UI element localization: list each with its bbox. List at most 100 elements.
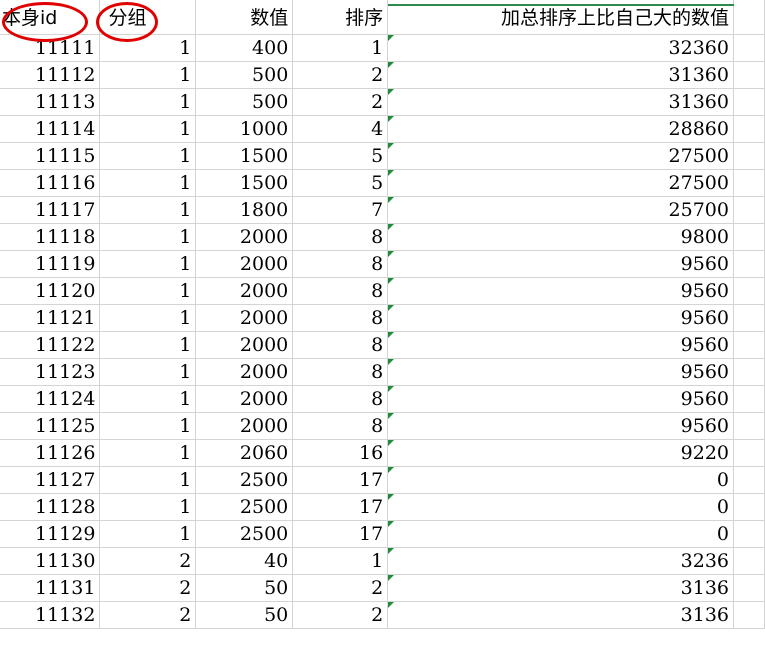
sum-cell[interactable]: 0 bbox=[387, 493, 734, 521]
value-cell[interactable]: 500 bbox=[195, 61, 294, 89]
group-cell[interactable]: 1 bbox=[99, 331, 197, 359]
value-cell[interactable]: 2000 bbox=[195, 250, 294, 278]
group-cell[interactable]: 1 bbox=[99, 358, 197, 386]
group-cell[interactable]: 1 bbox=[99, 385, 197, 413]
value-cell[interactable]: 1000 bbox=[195, 115, 294, 143]
sum-cell[interactable]: 31360 bbox=[387, 88, 734, 116]
sum-cell[interactable]: 9560 bbox=[387, 277, 734, 305]
id-cell[interactable]: 11128 bbox=[0, 493, 101, 521]
empty-cell[interactable] bbox=[733, 439, 765, 467]
rank-cell[interactable]: 8 bbox=[292, 331, 389, 359]
id-cell[interactable]: 11125 bbox=[0, 412, 101, 440]
sum-cell[interactable]: 9560 bbox=[387, 250, 734, 278]
group-cell[interactable]: 1 bbox=[99, 223, 197, 251]
rank-cell[interactable]: 1 bbox=[292, 34, 389, 62]
id-cell[interactable]: 11126 bbox=[0, 439, 101, 467]
group-cell[interactable]: 1 bbox=[99, 277, 197, 305]
empty-cell[interactable] bbox=[733, 115, 765, 143]
value-cell[interactable]: 2000 bbox=[195, 385, 294, 413]
sum-cell[interactable]: 31360 bbox=[387, 61, 734, 89]
empty-cell[interactable] bbox=[733, 574, 765, 602]
empty-cell[interactable] bbox=[733, 520, 765, 548]
group-cell[interactable]: 1 bbox=[99, 34, 197, 62]
empty-cell[interactable] bbox=[733, 277, 765, 305]
rank-cell[interactable]: 8 bbox=[292, 277, 389, 305]
value-cell[interactable]: 50 bbox=[195, 601, 294, 629]
empty-cell[interactable] bbox=[733, 196, 765, 224]
rank-cell[interactable]: 8 bbox=[292, 223, 389, 251]
empty-cell[interactable] bbox=[733, 547, 765, 575]
rank-cell[interactable]: 17 bbox=[292, 466, 389, 494]
group-cell[interactable]: 1 bbox=[99, 466, 197, 494]
empty-cell[interactable] bbox=[733, 223, 765, 251]
empty-cell[interactable] bbox=[733, 493, 765, 521]
group-cell[interactable]: 1 bbox=[99, 250, 197, 278]
id-cell[interactable]: 11117 bbox=[0, 196, 101, 224]
empty-cell[interactable] bbox=[733, 0, 765, 35]
sum-cell[interactable]: 28860 bbox=[387, 115, 734, 143]
rank-cell[interactable]: 1 bbox=[292, 547, 389, 575]
id-cell[interactable]: 11115 bbox=[0, 142, 101, 170]
rank-cell[interactable]: 8 bbox=[292, 385, 389, 413]
group-cell[interactable]: 2 bbox=[99, 574, 197, 602]
id-cell[interactable]: 11118 bbox=[0, 223, 101, 251]
empty-cell[interactable] bbox=[733, 61, 765, 89]
empty-cell[interactable] bbox=[733, 88, 765, 116]
group-cell[interactable]: 2 bbox=[99, 601, 197, 629]
empty-cell[interactable] bbox=[733, 385, 765, 413]
value-cell[interactable]: 2000 bbox=[195, 412, 294, 440]
group-cell[interactable]: 1 bbox=[99, 412, 197, 440]
rank-cell[interactable]: 7 bbox=[292, 196, 389, 224]
id-cell[interactable]: 11111 bbox=[0, 34, 101, 62]
group-cell[interactable]: 1 bbox=[99, 169, 197, 197]
sum-cell[interactable]: 32360 bbox=[387, 34, 734, 62]
empty-cell[interactable] bbox=[733, 331, 765, 359]
value-cell[interactable]: 2000 bbox=[195, 331, 294, 359]
value-cell[interactable]: 2500 bbox=[195, 520, 294, 548]
id-cell[interactable]: 11120 bbox=[0, 277, 101, 305]
value-cell[interactable]: 2000 bbox=[195, 277, 294, 305]
rank-cell[interactable]: 2 bbox=[292, 88, 389, 116]
empty-cell[interactable] bbox=[733, 358, 765, 386]
value-cell[interactable]: 1800 bbox=[195, 196, 294, 224]
sum-cell[interactable]: 9800 bbox=[387, 223, 734, 251]
header-group-cell[interactable]: 分组 bbox=[99, 0, 197, 35]
id-cell[interactable]: 11112 bbox=[0, 61, 101, 89]
sum-cell[interactable]: 3136 bbox=[387, 574, 734, 602]
value-cell[interactable]: 50 bbox=[195, 574, 294, 602]
id-cell[interactable]: 11119 bbox=[0, 250, 101, 278]
value-cell[interactable]: 1500 bbox=[195, 142, 294, 170]
rank-cell[interactable]: 8 bbox=[292, 250, 389, 278]
id-cell[interactable]: 11129 bbox=[0, 520, 101, 548]
value-cell[interactable]: 2500 bbox=[195, 493, 294, 521]
rank-cell[interactable]: 2 bbox=[292, 574, 389, 602]
rank-cell[interactable]: 8 bbox=[292, 412, 389, 440]
sum-cell[interactable]: 0 bbox=[387, 466, 734, 494]
group-cell[interactable]: 1 bbox=[99, 520, 197, 548]
group-cell[interactable]: 2 bbox=[99, 547, 197, 575]
rank-cell[interactable]: 8 bbox=[292, 358, 389, 386]
sum-cell[interactable]: 3236 bbox=[387, 547, 734, 575]
sum-cell[interactable]: 27500 bbox=[387, 169, 734, 197]
id-cell[interactable]: 11116 bbox=[0, 169, 101, 197]
sum-cell[interactable]: 9560 bbox=[387, 331, 734, 359]
group-cell[interactable]: 1 bbox=[99, 115, 197, 143]
group-cell[interactable]: 1 bbox=[99, 493, 197, 521]
id-cell[interactable]: 11127 bbox=[0, 466, 101, 494]
id-cell[interactable]: 11132 bbox=[0, 601, 101, 629]
group-cell[interactable]: 1 bbox=[99, 88, 197, 116]
id-cell[interactable]: 11123 bbox=[0, 358, 101, 386]
header-rank-cell[interactable]: 排序 bbox=[292, 0, 389, 35]
sum-cell[interactable]: 9560 bbox=[387, 385, 734, 413]
sum-cell[interactable]: 9560 bbox=[387, 304, 734, 332]
group-cell[interactable]: 1 bbox=[99, 196, 197, 224]
value-cell[interactable]: 2060 bbox=[195, 439, 294, 467]
value-cell[interactable]: 500 bbox=[195, 88, 294, 116]
empty-cell[interactable] bbox=[733, 250, 765, 278]
sum-cell[interactable]: 25700 bbox=[387, 196, 734, 224]
value-cell[interactable]: 2000 bbox=[195, 223, 294, 251]
empty-cell[interactable] bbox=[733, 142, 765, 170]
sum-cell[interactable]: 9560 bbox=[387, 412, 734, 440]
id-cell[interactable]: 11124 bbox=[0, 385, 101, 413]
rank-cell[interactable]: 5 bbox=[292, 169, 389, 197]
